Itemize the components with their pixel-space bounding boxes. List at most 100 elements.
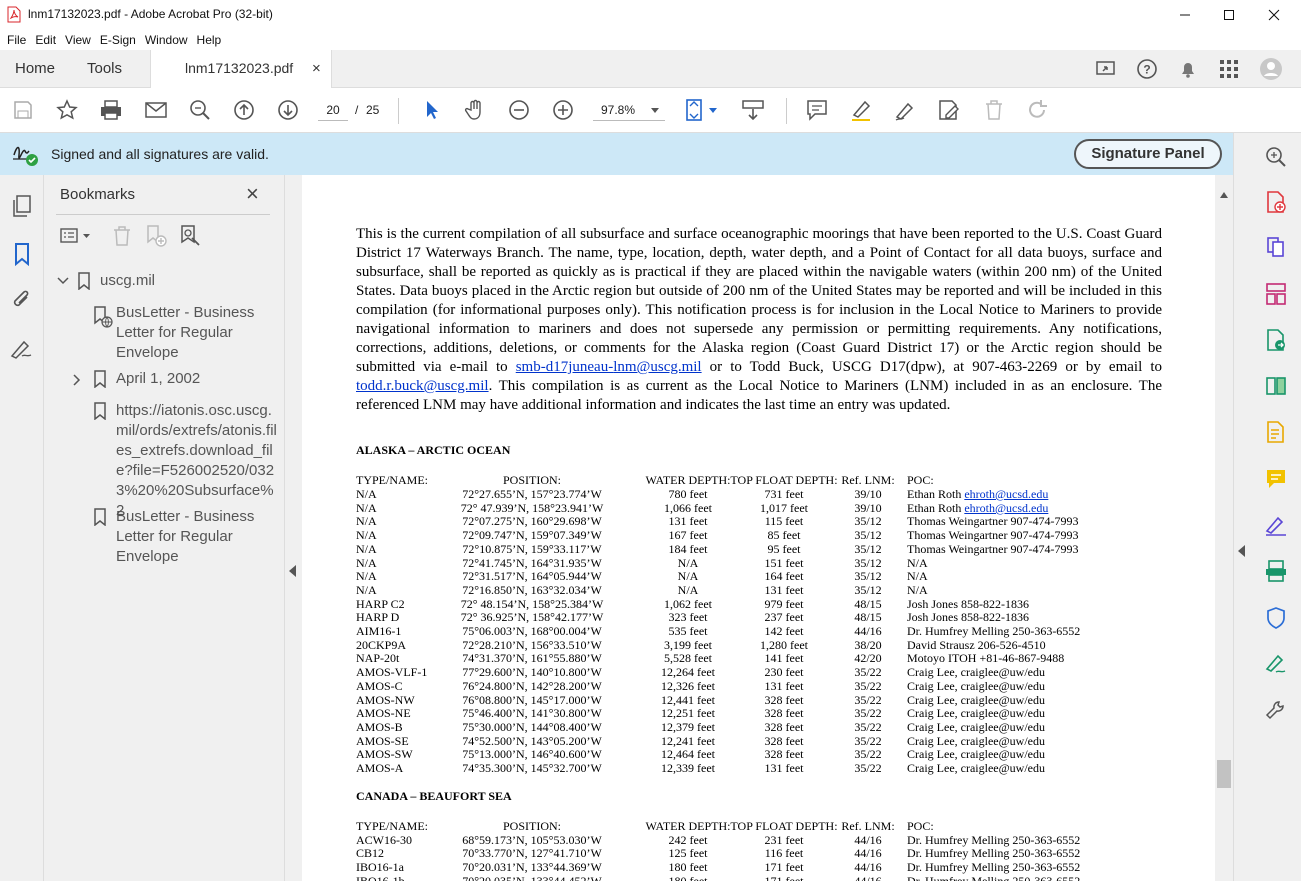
highlight-pen-icon[interactable] bbox=[847, 96, 875, 124]
signature-valid-icon bbox=[13, 146, 38, 166]
tab-document[interactable]: lnm17132023.pdf × bbox=[150, 50, 332, 89]
sign-pen-icon[interactable] bbox=[891, 96, 919, 124]
table-cell: CB12 bbox=[356, 846, 385, 861]
table-cell: IBO16-1a bbox=[356, 860, 404, 875]
help-icon[interactable]: ? bbox=[1133, 55, 1161, 83]
signature-panel-button[interactable]: Signature Panel bbox=[1074, 139, 1222, 169]
table-cell: Thomas Weingartner 907-474-7993 bbox=[907, 541, 1079, 556]
collapse-right-panel-icon[interactable] bbox=[1238, 545, 1246, 557]
tab-home[interactable]: Home bbox=[15, 50, 55, 88]
scrollbar-thumb[interactable] bbox=[1217, 760, 1231, 788]
section-title: ALASKA – ARCTIC OCEAN bbox=[356, 443, 511, 457]
table-cell: AMOS-C bbox=[356, 678, 403, 693]
new-bookmark-icon[interactable] bbox=[142, 222, 170, 250]
user-avatar-icon[interactable] bbox=[1257, 55, 1285, 83]
tab-close-icon[interactable]: × bbox=[312, 50, 321, 87]
review-document-icon[interactable] bbox=[1262, 418, 1290, 446]
share-screen-icon[interactable] bbox=[1092, 55, 1120, 83]
fit-page-icon[interactable] bbox=[684, 96, 720, 124]
bookmark-item[interactable]: April 1, 2002 bbox=[116, 369, 266, 389]
search-zoom-icon[interactable] bbox=[186, 96, 214, 124]
save-icon[interactable] bbox=[9, 96, 37, 124]
bookmarks-panel-icon[interactable] bbox=[8, 240, 36, 268]
tab-document-label: lnm17132023.pdf bbox=[185, 60, 294, 76]
protect-shield-icon[interactable] bbox=[1262, 604, 1290, 632]
fill-sign-icon[interactable] bbox=[1262, 511, 1290, 539]
menu-help[interactable]: Help bbox=[197, 30, 222, 50]
zoom-level-select[interactable]: 97.8% bbox=[593, 99, 665, 121]
table-row: HARP D 72° 36.925’N, 158°42.177’W 323 feet… bbox=[356, 610, 1156, 624]
more-tools-wrench-icon[interactable] bbox=[1262, 696, 1290, 724]
close-window-button[interactable] bbox=[1252, 4, 1296, 26]
menu-view[interactable]: View bbox=[65, 30, 91, 50]
vertical-scrollbar[interactable] bbox=[1215, 175, 1233, 881]
table-row: ACW16-30 68°59.173’N, 105°53.030’W 242 fee… bbox=[356, 833, 1156, 847]
combine-files-icon[interactable] bbox=[1262, 233, 1290, 261]
delete-icon[interactable] bbox=[980, 96, 1008, 124]
edit-pdf-icon[interactable] bbox=[935, 96, 963, 124]
table-cell: AMOS-A bbox=[356, 761, 404, 775]
apps-grid-icon[interactable] bbox=[1215, 55, 1243, 83]
previous-page-icon[interactable] bbox=[230, 96, 258, 124]
table-cell: Dr. Humfrey Melling 250-363-6552 bbox=[907, 873, 1081, 881]
minimize-button[interactable] bbox=[1163, 4, 1207, 26]
bookmark-options-icon[interactable] bbox=[58, 222, 94, 250]
bookmark-item[interactable]: BusLetter - Business Letter for Regular … bbox=[116, 303, 266, 363]
scan-ocr-icon[interactable] bbox=[1262, 557, 1290, 585]
export-pdf-icon[interactable] bbox=[1262, 326, 1290, 354]
table-row: HARP C2 72° 48.154’N, 158°25.384’W 1,062 f… bbox=[356, 597, 1156, 611]
email-icon[interactable] bbox=[142, 96, 170, 124]
page-thumbnails-icon[interactable] bbox=[8, 192, 36, 220]
certificates-icon[interactable] bbox=[1262, 650, 1290, 678]
scrolling-mode-icon[interactable] bbox=[739, 96, 767, 124]
menu-edit[interactable]: Edit bbox=[35, 30, 56, 50]
zoom-out-icon[interactable] bbox=[505, 96, 533, 124]
close-panel-icon[interactable]: × bbox=[246, 181, 259, 207]
bookmark-item[interactable]: https://iatonis.osc.uscg.mil/ords/extref… bbox=[116, 401, 278, 521]
select-cursor-icon[interactable] bbox=[418, 96, 446, 124]
page-number-input[interactable]: 20 bbox=[318, 99, 348, 121]
column-header: TYPE/NAME: bbox=[356, 473, 428, 487]
print-icon[interactable] bbox=[97, 96, 125, 124]
comment-icon[interactable] bbox=[803, 96, 831, 124]
bookmark-star-icon[interactable] bbox=[53, 96, 81, 124]
organize-pages-icon[interactable] bbox=[1262, 280, 1290, 308]
zoom-in-icon[interactable] bbox=[549, 96, 577, 124]
email-link[interactable]: lnm@uscg.mil bbox=[613, 359, 701, 375]
menu-esign[interactable]: E-Sign bbox=[100, 30, 136, 50]
panel-splitter[interactable] bbox=[284, 175, 302, 881]
zoom-search-icon[interactable] bbox=[1262, 143, 1290, 171]
table-row: AIM16-1 75°06.003’N, 168°00.004’W 535 feet… bbox=[356, 624, 1156, 638]
email-link[interactable]: smb-d17juneau- bbox=[516, 359, 613, 375]
table-cell: Ethan Roth ehroth@ucsd.edu bbox=[907, 487, 1049, 501]
bookmark-root-label[interactable]: uscg.mil bbox=[100, 271, 155, 291]
chevron-right-icon[interactable] bbox=[73, 374, 81, 386]
email-link[interactable]: ehroth@ucsd.edu bbox=[964, 501, 1048, 515]
scroll-up-icon[interactable] bbox=[1220, 192, 1228, 198]
create-pdf-icon[interactable] bbox=[1262, 188, 1290, 216]
email-link[interactable]: todd.r.buck@uscg.mil bbox=[356, 378, 489, 394]
chevron-down-icon[interactable] bbox=[57, 277, 69, 285]
maximize-button[interactable] bbox=[1207, 4, 1251, 26]
add-comment-icon[interactable] bbox=[1262, 465, 1290, 493]
bookmark-item[interactable]: BusLetter - Business Letter for Regular … bbox=[116, 507, 266, 567]
table-cell: Craig Lee, craiglee@uw/edu bbox=[907, 733, 1045, 748]
menu-window[interactable]: Window bbox=[145, 30, 188, 50]
table-cell: 35/22 bbox=[854, 678, 882, 693]
compare-files-icon[interactable] bbox=[1262, 372, 1290, 400]
next-page-icon[interactable] bbox=[274, 96, 302, 124]
table-cell: Dr. Humfrey Melling 250-363-6552 bbox=[907, 846, 1081, 861]
delete-bookmark-icon[interactable] bbox=[108, 222, 136, 250]
table-cell: N/A bbox=[356, 500, 377, 515]
email-link[interactable]: ehroth@ucsd.edu bbox=[964, 487, 1048, 501]
menu-file[interactable]: File bbox=[7, 30, 26, 50]
notifications-bell-icon[interactable] bbox=[1174, 55, 1202, 83]
find-bookmark-icon[interactable] bbox=[176, 222, 204, 250]
tab-tools[interactable]: Tools bbox=[87, 50, 122, 88]
hand-tool-icon[interactable] bbox=[461, 96, 489, 124]
collapse-left-icon[interactable] bbox=[289, 565, 297, 577]
signatures-panel-icon[interactable] bbox=[8, 334, 36, 362]
attachments-paperclip-icon[interactable] bbox=[8, 286, 36, 314]
redo-icon[interactable] bbox=[1024, 96, 1052, 124]
table-cell: HARP C2 bbox=[356, 596, 405, 611]
